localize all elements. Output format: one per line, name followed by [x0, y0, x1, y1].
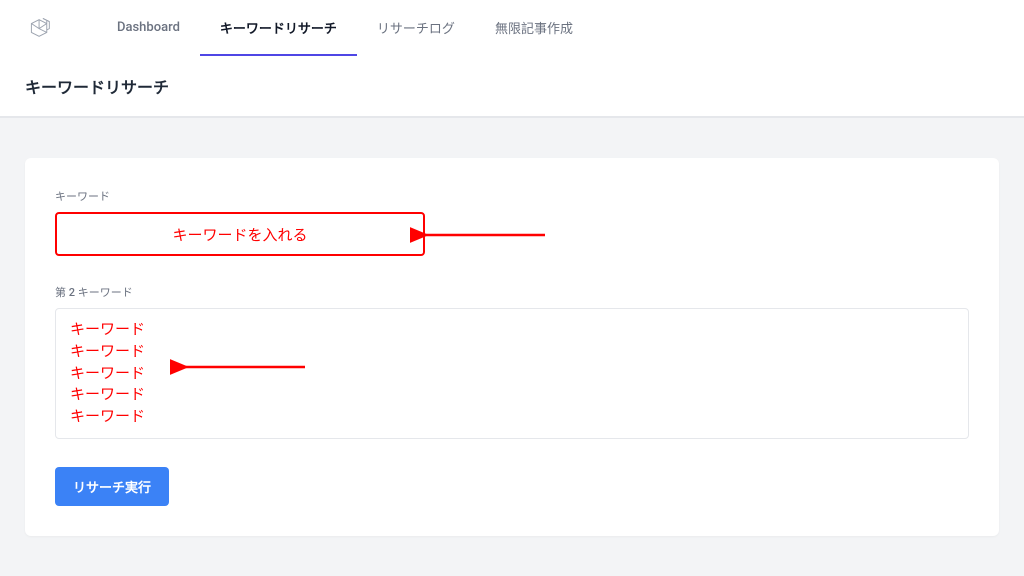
nav-dashboard[interactable]: Dashboard	[97, 0, 200, 56]
laravel-logo-icon	[25, 12, 57, 44]
arrow-annotation-1	[410, 226, 550, 244]
second-keyword-textarea[interactable]: キーワード キーワード キーワード キーワード キーワード	[55, 308, 969, 439]
keyword-label: キーワード	[55, 188, 969, 204]
second-keyword-line: キーワード	[70, 319, 954, 341]
page-title: キーワードリサーチ	[25, 74, 999, 98]
research-submit-button[interactable]: リサーチ実行	[55, 467, 169, 506]
nav-keyword-research[interactable]: キーワードリサーチ	[200, 0, 357, 56]
second-keyword-line: キーワード	[70, 384, 954, 406]
second-keyword-line: キーワード	[70, 406, 954, 428]
app-logo[interactable]	[25, 12, 57, 44]
second-keyword-line: キーワード	[70, 341, 954, 363]
nav-research-log[interactable]: リサーチログ	[357, 0, 475, 56]
research-form-card: キーワード キーワードを入れる	[25, 158, 999, 536]
keyword-annotation-text: キーワードを入れる	[172, 224, 307, 245]
nav-infinite-article[interactable]: 無限記事作成	[475, 0, 593, 56]
second-keyword-line: キーワード	[70, 363, 954, 385]
keyword-input[interactable]: キーワードを入れる	[55, 212, 425, 256]
second-keyword-label: 第 2 キーワード	[55, 284, 969, 300]
